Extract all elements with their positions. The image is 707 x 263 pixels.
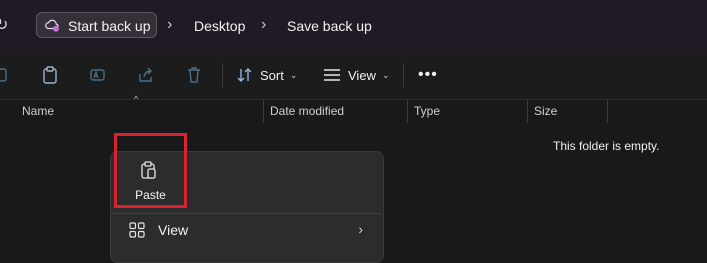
paste-button[interactable]: Paste [114,133,187,208]
menu-separator [111,213,381,214]
menu-item-view-label: View [158,222,189,238]
more-icon[interactable]: ••• [418,65,438,85]
column-header-type[interactable]: Type [414,103,440,119]
grid-icon [129,222,145,238]
paste-icon[interactable] [40,65,60,85]
sort-button[interactable]: Sort ⌄ [236,65,297,85]
view-icon [324,69,340,81]
empty-folder-message: This folder is empty. [553,139,660,153]
cloud-folder-icon [45,19,59,32]
column-divider[interactable] [263,99,264,123]
column-header-row: Name Date modified Type Size [0,99,707,123]
toolbar-divider [403,63,404,87]
column-header-name[interactable]: Name [22,103,54,119]
paste-label: Paste [135,188,166,202]
column-divider[interactable] [607,99,608,123]
chevron-down-icon: ⌄ [381,69,390,80]
menu-item-view[interactable]: View › [115,216,377,244]
breadcrumb-chevron-icon[interactable]: › [261,15,266,35]
rename-icon[interactable] [88,65,108,85]
address-bar: ↻ Start back up › Desktop › Save back up [0,0,707,51]
command-bar: Sort ⌄ View ⌄ ••• [0,51,707,100]
chevron-right-icon: › [358,221,363,237]
paste-icon [141,161,156,179]
breadcrumb-item-save-back-up[interactable]: Save back up [287,17,372,35]
sort-label: Sort [260,67,284,83]
column-header-size[interactable]: Size [534,103,557,119]
breadcrumb-item-start-back-up[interactable]: Start back up [68,17,151,35]
view-label: View [348,67,376,83]
toolbar-divider [222,63,223,87]
refresh-icon[interactable]: ↻ [0,14,11,38]
column-divider[interactable] [527,99,528,123]
column-header-date-modified[interactable]: Date modified [270,103,344,119]
breadcrumb-item-desktop[interactable]: Desktop [194,17,245,35]
breadcrumb-chevron-icon[interactable]: › [167,15,172,35]
delete-icon[interactable] [184,65,204,85]
chevron-down-icon: ⌄ [289,69,298,80]
copy-icon[interactable] [0,65,12,85]
column-divider[interactable] [407,99,408,123]
sort-icon [237,68,252,82]
view-button[interactable]: View ⌄ [323,65,390,85]
share-icon[interactable] [136,65,156,85]
